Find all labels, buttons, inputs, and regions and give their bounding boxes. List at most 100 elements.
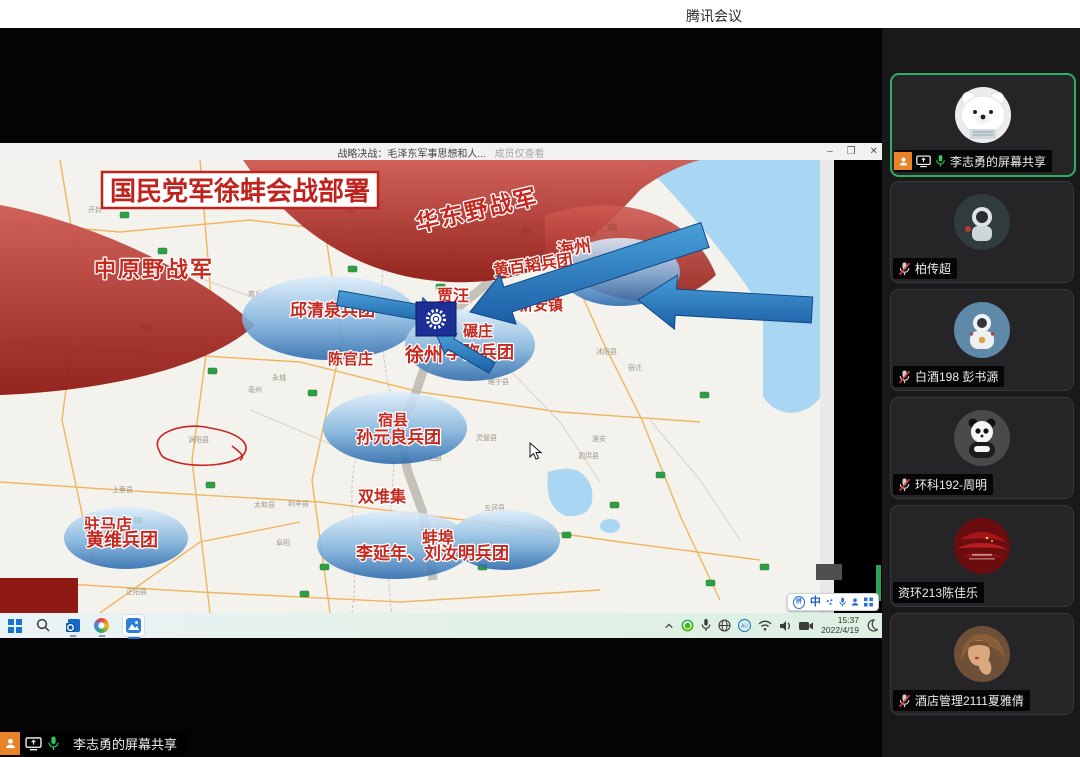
mic-on-icon	[935, 154, 946, 168]
participant-namebar: 资环213陈佳乐	[893, 582, 984, 603]
participant-tile[interactable]: 李志勇的屏幕共享	[890, 73, 1076, 177]
label-suxian: 宿县	[378, 411, 408, 429]
participant-namebar: 酒店管理2111夏雅倩	[893, 690, 1030, 711]
running-indicator	[98, 635, 105, 637]
presentation-title: 战略决战：毛泽东军事思想和人... 成员仅查看	[0, 145, 882, 160]
mic-muted-icon	[898, 262, 911, 276]
running-indicator	[69, 635, 76, 637]
ime-mode-toggle[interactable]: 中	[810, 594, 821, 610]
highway-shield-marker	[308, 390, 317, 396]
slide-scroll-gutter[interactable]	[820, 160, 834, 613]
slide-red-corner	[0, 578, 78, 613]
roc-flag	[416, 302, 456, 336]
avatar-astronaut-blue	[954, 302, 1010, 358]
active-indicator	[128, 637, 140, 639]
windows-taskbar: AU 15:37 2022/4/19	[0, 613, 882, 638]
participant-namebar: 环科192-周明	[893, 474, 993, 495]
map-county-label: 涡阳县	[188, 435, 209, 444]
map-county-label: 开封	[88, 205, 102, 214]
highway-shield-marker	[120, 212, 129, 218]
slide-headline-text: 国民党军徐蚌会战部署	[110, 176, 370, 206]
tray-clock[interactable]: 15:37 2022/4/19	[821, 616, 859, 636]
mic-muted-icon	[898, 694, 911, 708]
participant-name: 环科192-周明	[915, 476, 987, 493]
shared-desktop: 战略决战：毛泽东军事思想和人... 成员仅查看 – ❐ ✕	[0, 143, 882, 638]
label-central-field-army: 中原野战军	[94, 257, 214, 282]
sharer-role-icon	[894, 152, 912, 170]
ime-user-icon[interactable]	[851, 597, 859, 607]
mic-muted-icon	[898, 478, 911, 492]
map-county-label: 沭阳县	[596, 347, 617, 356]
participant-tile[interactable]: 环科192-周明	[890, 397, 1074, 499]
taskbar-search-button[interactable]	[35, 617, 52, 634]
ime-tools-icon[interactable]	[826, 598, 834, 607]
avatar-polar-bear	[955, 87, 1011, 143]
participant-tile[interactable]: 酒店管理2111夏雅倩	[890, 613, 1074, 715]
highway-shield-marker	[300, 591, 309, 597]
participant-namebar: 柏传超	[893, 258, 957, 279]
sharer-overlay-label: 李志勇的屏幕共享	[0, 732, 187, 755]
label-nianzhuang: 碾庄	[463, 322, 493, 340]
map-county-label: 淮安	[592, 434, 606, 443]
presentation-badge: 成员仅查看	[495, 149, 545, 160]
tray-chevron-up-icon[interactable]	[664, 621, 674, 631]
highway-shield-marker	[656, 472, 665, 478]
highway-shield-marker	[562, 532, 571, 538]
sharer-role-icon	[0, 732, 20, 755]
participants-sidebar[interactable]: 李志勇的屏幕共享 柏传超	[882, 28, 1080, 757]
participant-tile[interactable]: 柏传超	[890, 181, 1074, 283]
highway-shield-marker	[158, 248, 167, 254]
tray-green-app-icon[interactable]	[681, 619, 694, 632]
slide-area: 开封商丘临沭县郯城沭阳县宿迁睢宁县灵璧县泗洪县淮安五河县永城亳州利辛县上蔡县太和…	[0, 160, 882, 613]
browser-icon	[94, 618, 109, 633]
participant-namebar: 李志勇的屏幕共享	[894, 150, 1052, 172]
participant-tile[interactable]: 白酒198 彭书源	[890, 289, 1074, 391]
ime-pinyin-icon[interactable]: 拼	[793, 596, 805, 609]
tray-mic-icon[interactable]	[701, 619, 711, 632]
clock-date: 2022/4/19	[821, 626, 859, 636]
tray-speaker-icon[interactable]	[779, 620, 792, 632]
ime-toolbar[interactable]: 拼 中	[787, 593, 879, 611]
search-icon	[36, 618, 51, 633]
tray-blue-badge-icon[interactable]: AU	[738, 619, 751, 632]
participant-tile[interactable]: 资环213陈佳乐	[890, 505, 1074, 607]
taskbar-active-app[interactable]	[122, 614, 145, 637]
participant-name: 李志勇的屏幕共享	[950, 153, 1046, 170]
restore-button[interactable]: ❐	[847, 144, 856, 159]
ime-mic-icon[interactable]	[839, 597, 846, 608]
photos-app-icon	[126, 618, 141, 633]
ime-keyboard-icon[interactable]	[864, 597, 873, 607]
tray-camera-icon[interactable]	[799, 620, 814, 631]
label-liliu-corps: 李延年、刘汝明兵团	[356, 543, 509, 563]
map-county-label: 宿迁	[628, 363, 642, 372]
highway-shield-marker	[208, 368, 217, 374]
start-button[interactable]	[6, 617, 23, 634]
gray-ui-box	[816, 564, 842, 580]
tray-moon-icon[interactable]	[866, 619, 878, 632]
tray-globe-icon[interactable]	[718, 619, 731, 632]
slide-headline: 国民党军徐蚌会战部署	[102, 172, 378, 208]
highway-shield-marker	[206, 482, 215, 488]
avatar-astronaut-dark	[954, 194, 1010, 250]
tray-wifi-icon[interactable]	[758, 620, 772, 631]
participant-namebar: 白酒198 彭书源	[893, 366, 1004, 387]
map-county-label: 泗洪县	[578, 451, 599, 460]
close-button[interactable]: ✕	[870, 144, 878, 159]
slide-outside-area	[834, 160, 882, 613]
taskbar-mail-app[interactable]	[64, 617, 81, 634]
lake-small	[600, 519, 620, 533]
map-county-label: 亳州	[248, 385, 262, 394]
label-huangwei-corps: 黄维兵团	[86, 529, 158, 550]
label-sun-corps: 孙元良兵团	[356, 427, 441, 447]
minimize-button[interactable]: –	[827, 144, 833, 159]
windows-logo-icon	[8, 619, 22, 633]
presentation-titlebar: 战略决战：毛泽东军事思想和人... 成员仅查看 – ❐ ✕	[0, 143, 882, 161]
map-county-label: 太和县	[254, 500, 275, 509]
map-county-label: 利辛县	[288, 499, 309, 508]
map-county-label: 永城	[272, 373, 286, 382]
highway-shield-marker	[700, 392, 709, 398]
taskbar-browser-app[interactable]	[93, 617, 110, 634]
avatar-portrait-photo	[954, 626, 1010, 682]
map-county-label: 灵璧县	[476, 433, 497, 442]
label-xuzhou: 徐州	[404, 343, 443, 366]
